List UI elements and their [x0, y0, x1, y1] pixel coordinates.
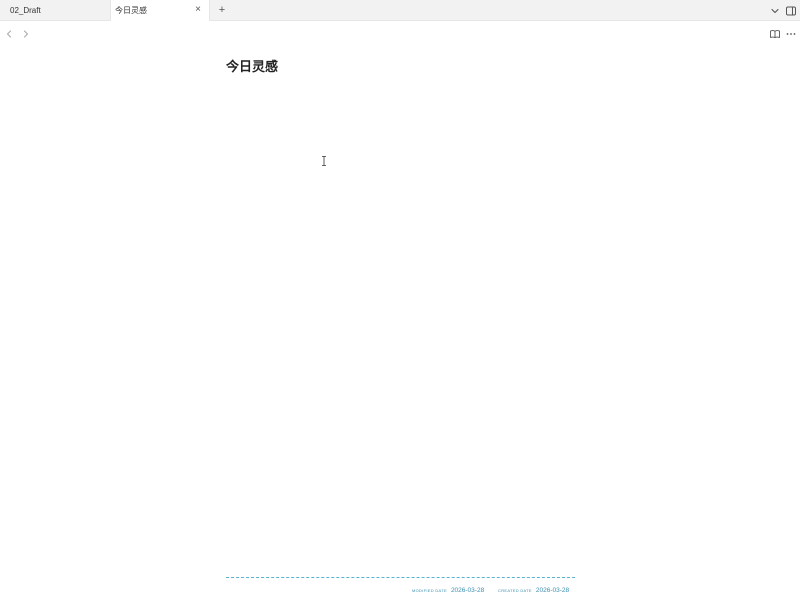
- sidebar-toggle-icon: [786, 6, 796, 16]
- tab-bar: 02_Draft 今日灵感 × +: [0, 0, 800, 21]
- more-horizontal-icon: [786, 33, 796, 35]
- tab-label: 今日灵感: [115, 6, 147, 15]
- tab-list-button[interactable]: [769, 4, 781, 16]
- note-title[interactable]: 今日灵感: [226, 58, 576, 78]
- modified-date: MODIFIED DATE 2026-03-28: [412, 585, 484, 595]
- note-editor[interactable]: 今日灵感: [226, 58, 576, 548]
- chevron-down-icon: [771, 8, 779, 14]
- reading-view-button[interactable]: [769, 27, 781, 39]
- chevron-right-icon: [23, 30, 29, 38]
- nav-bar: [0, 22, 800, 44]
- created-date-label: CREATED DATE: [498, 587, 532, 593]
- modified-date-label: MODIFIED DATE: [412, 587, 447, 593]
- forward-button[interactable]: [21, 27, 31, 39]
- created-date: CREATED DATE 2026-03-28: [498, 585, 569, 595]
- tab-02-draft[interactable]: 02_Draft: [0, 0, 110, 21]
- footer-divider: [226, 577, 575, 578]
- more-options-button[interactable]: [785, 27, 797, 39]
- tab-today-inspiration[interactable]: 今日灵感 ×: [110, 0, 210, 21]
- chevron-left-icon: [6, 30, 12, 38]
- tab-label: 02_Draft: [10, 6, 41, 15]
- modified-date-value: 2026-03-28: [450, 586, 485, 594]
- book-open-icon: [770, 30, 780, 39]
- close-tab-icon[interactable]: ×: [193, 4, 203, 16]
- back-button[interactable]: [4, 27, 14, 39]
- toggle-sidebar-button[interactable]: [785, 4, 797, 16]
- created-date-value: 2026-03-28: [535, 586, 570, 594]
- note-body[interactable]: [226, 88, 576, 548]
- new-tab-button[interactable]: +: [216, 3, 228, 17]
- text-cursor-icon: [321, 153, 327, 166]
